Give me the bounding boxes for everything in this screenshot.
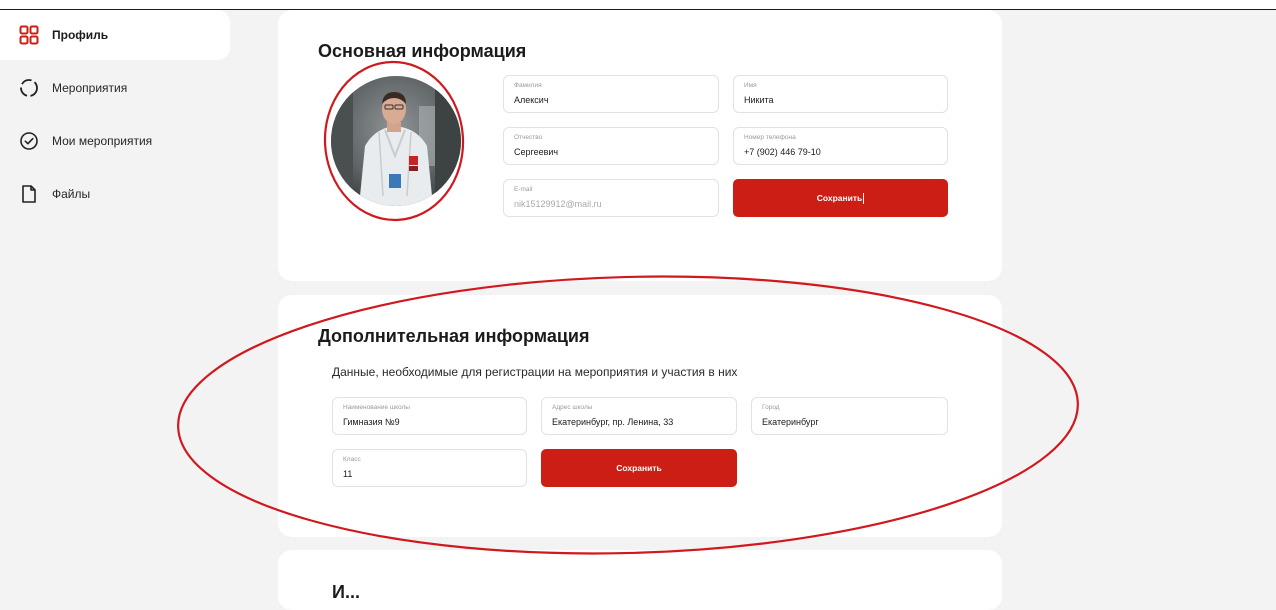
email-field[interactable]: E-mail nik15129912@mail.ru [503,179,719,217]
phone-value: +7 (902) 446 79-10 [744,147,821,157]
school-name-label: Наименование школы [343,404,410,411]
patronymic-value: Сергеевич [514,147,559,157]
sidebar-item-events[interactable]: Мероприятия [0,63,230,113]
sidebar-item-files[interactable]: Файлы [0,169,230,219]
save-basic-info-button[interactable]: Сохранить [733,179,948,217]
additional-info-title: Дополнительная информация [318,326,590,346]
additional-info-subtitle: Данные, необходимые для регистрации на м… [332,365,738,379]
sidebar-item-label: Мероприятия [52,81,128,95]
grade-label: Класс [343,456,361,463]
file-icon [18,183,40,205]
third-section-title: И... [332,582,360,602]
sidebar-item-label: Профиль [52,28,109,42]
grade-value: 11 [343,469,353,479]
top-edge [0,0,1276,10]
save-button-label: Сохранить [816,193,863,203]
last-name-label: Фамилия [514,82,542,89]
city-value: Екатеринбург [762,417,819,427]
first-name-label: Имя [744,82,757,89]
save-additional-info-button[interactable]: Сохранить [541,449,737,487]
save-button-label: Сохранить [616,463,662,473]
school-name-field[interactable]: Наименование школы Гимназия №9 [332,397,527,435]
last-name-value: Алексич [514,95,549,105]
patronymic-label: Отчество [514,134,543,141]
sidebar: Профиль Мероприятия Мои мероприятия Файл… [0,10,232,589]
sidebar-item-my-events[interactable]: Мои мероприятия [0,116,230,166]
school-address-label: Адрес школы [552,404,593,411]
school-name-value: Гимназия №9 [343,417,400,427]
dashed-circle-icon [18,77,40,99]
third-section-card: И... [278,550,1002,610]
check-circle-icon [18,130,40,152]
grade-field[interactable]: Класс 11 [332,449,527,487]
school-address-value: Екатеринбург, пр. Ленина, 33 [552,417,674,427]
last-name-field[interactable]: Фамилия Алексич [503,75,719,113]
sidebar-item-profile[interactable]: Профиль [0,10,230,60]
city-label: Город [762,404,780,411]
grid-icon [18,24,40,46]
phone-field[interactable]: Номер телефона +7 (902) 446 79-10 [733,127,948,165]
city-field[interactable]: Город Екатеринбург [751,397,948,435]
school-address-field[interactable]: Адрес школы Екатеринбург, пр. Ленина, 33 [541,397,737,435]
sidebar-item-label: Мои мероприятия [52,134,153,148]
first-name-value: Никита [744,95,774,105]
email-value: nik15129912@mail.ru [514,199,602,209]
basic-info-title: Основная информация [318,41,527,61]
text-cursor [863,192,865,204]
phone-label: Номер телефона [744,134,796,141]
first-name-field[interactable]: Имя Никита [733,75,948,113]
sidebar-item-label: Файлы [52,187,91,201]
avatar[interactable] [331,76,461,206]
email-label: E-mail [514,186,533,193]
patronymic-field[interactable]: Отчество Сергеевич [503,127,719,165]
